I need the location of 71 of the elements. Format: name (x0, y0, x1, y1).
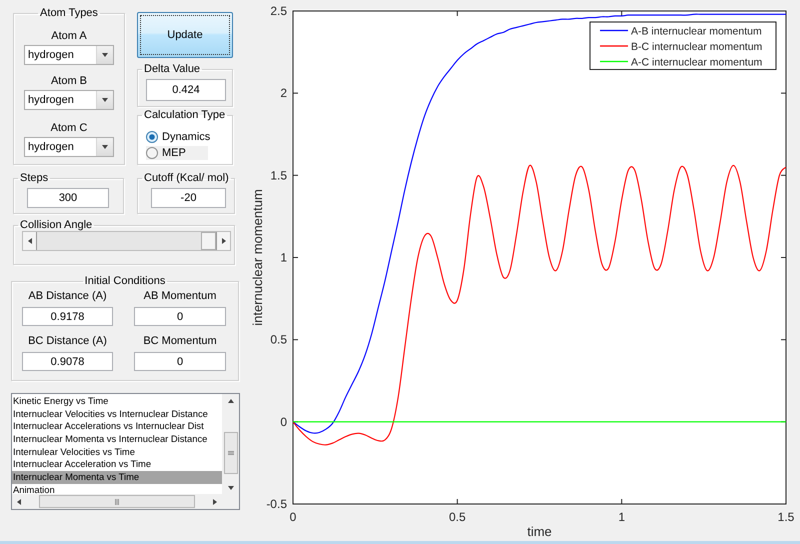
right-arrow-icon (211, 498, 219, 506)
field-label: Atom A (51, 30, 87, 42)
field-label: Atom B (50, 75, 88, 87)
right-arrow-button[interactable] (217, 232, 230, 250)
tick-label: 2.5 (270, 4, 287, 18)
slider[interactable] (22, 231, 231, 251)
radio-button[interactable]: Dynamics (146, 130, 220, 144)
tick-label: 0.5 (449, 510, 466, 524)
list-item[interactable]: Internuclear Momenta vs Time (12, 471, 222, 484)
input-field[interactable]: 0.9078 (22, 352, 113, 371)
group-title: Collision Angle (19, 219, 94, 231)
up-arrow-icon (226, 397, 234, 405)
axis-title: time (527, 524, 552, 539)
horizontal-scrollbar[interactable] (12, 494, 222, 509)
caret-icon (101, 96, 109, 104)
vertical-scrollbar[interactable] (222, 394, 239, 494)
list-item[interactable]: Internuclear Acceleration vs Time (12, 458, 222, 472)
field-label: BC Momentum (143, 335, 217, 347)
caret-icon (101, 51, 109, 59)
group-title: Cutoff (Kcal/ mol) (143, 172, 230, 184)
legend-label: A-C internuclear momentum (631, 56, 762, 68)
tick-label: 0.5 (270, 332, 287, 347)
tick-label: 1.5 (778, 510, 794, 524)
input-field[interactable]: 0 (134, 307, 226, 326)
list-item[interactable]: Internuclear Momenta vs Internuclear Distance (12, 433, 222, 446)
atom-dropdown[interactable]: hydrogen (24, 90, 114, 110)
list-item[interactable]: Kinetic Energy vs Time (12, 395, 222, 408)
tick-label: 0 (290, 510, 296, 524)
list-item[interactable]: Animation (12, 484, 222, 494)
left-arrow-button[interactable] (23, 232, 36, 250)
radio-icon (146, 131, 158, 143)
tick-label: 1 (280, 250, 287, 264)
left-arrow-icon (26, 237, 34, 245)
group-title: Steps (19, 172, 50, 184)
input-field[interactable]: 300 (27, 188, 109, 208)
tick-label: -0.5 (266, 497, 287, 511)
radio-icon (146, 147, 158, 159)
group-title: Initial Conditions (84, 275, 166, 287)
right-arrow-icon (220, 237, 228, 245)
slider-thumb[interactable] (201, 232, 216, 250)
update-button[interactable]: Update (137, 12, 233, 58)
group-title: Delta Value (143, 63, 202, 75)
down-arrow-icon (226, 484, 234, 492)
field-label: Atom C (50, 122, 88, 134)
group-title: Atom Types (39, 7, 99, 19)
input-field[interactable]: 0 (134, 352, 226, 371)
tick-label: 2 (280, 86, 287, 100)
atom-dropdown[interactable]: hydrogen (24, 137, 114, 157)
scrollbar-thumb[interactable] (39, 495, 195, 508)
field-label: AB Momentum (144, 290, 216, 302)
input-field[interactable]: -20 (151, 188, 226, 208)
field-label: AB Distance (A) (28, 290, 107, 302)
radio-button[interactable]: MEP (146, 146, 208, 160)
legend-label: A-B internuclear momentum (631, 26, 762, 38)
legend-label: B-C internuclear momentum (631, 41, 762, 53)
atom-dropdown[interactable]: hydrogen (24, 45, 114, 65)
scrollbar-thumb[interactable] (224, 432, 238, 474)
tick-label: 0 (280, 414, 287, 429)
left-arrow-icon (15, 498, 23, 506)
axis-title: internuclear momentum (250, 189, 265, 326)
list-item[interactable]: Internuclear Velocities vs Internuclear Distance (12, 408, 222, 420)
list-item[interactable]: Internuclear Accelerations vs Internuclear Dist (12, 420, 222, 434)
tick-label: 1 (618, 510, 625, 524)
group-title: Calculation Type (143, 109, 226, 121)
caret-icon (101, 143, 109, 151)
input-field[interactable]: 0.424 (146, 79, 226, 101)
field-label: BC Distance (A) (28, 335, 107, 347)
tick-label: 1.5 (270, 168, 287, 182)
plot-list[interactable] (11, 393, 240, 510)
list-item[interactable]: Internulear Velocities vs Time (12, 446, 222, 458)
input-field[interactable]: 0.9178 (22, 307, 113, 326)
